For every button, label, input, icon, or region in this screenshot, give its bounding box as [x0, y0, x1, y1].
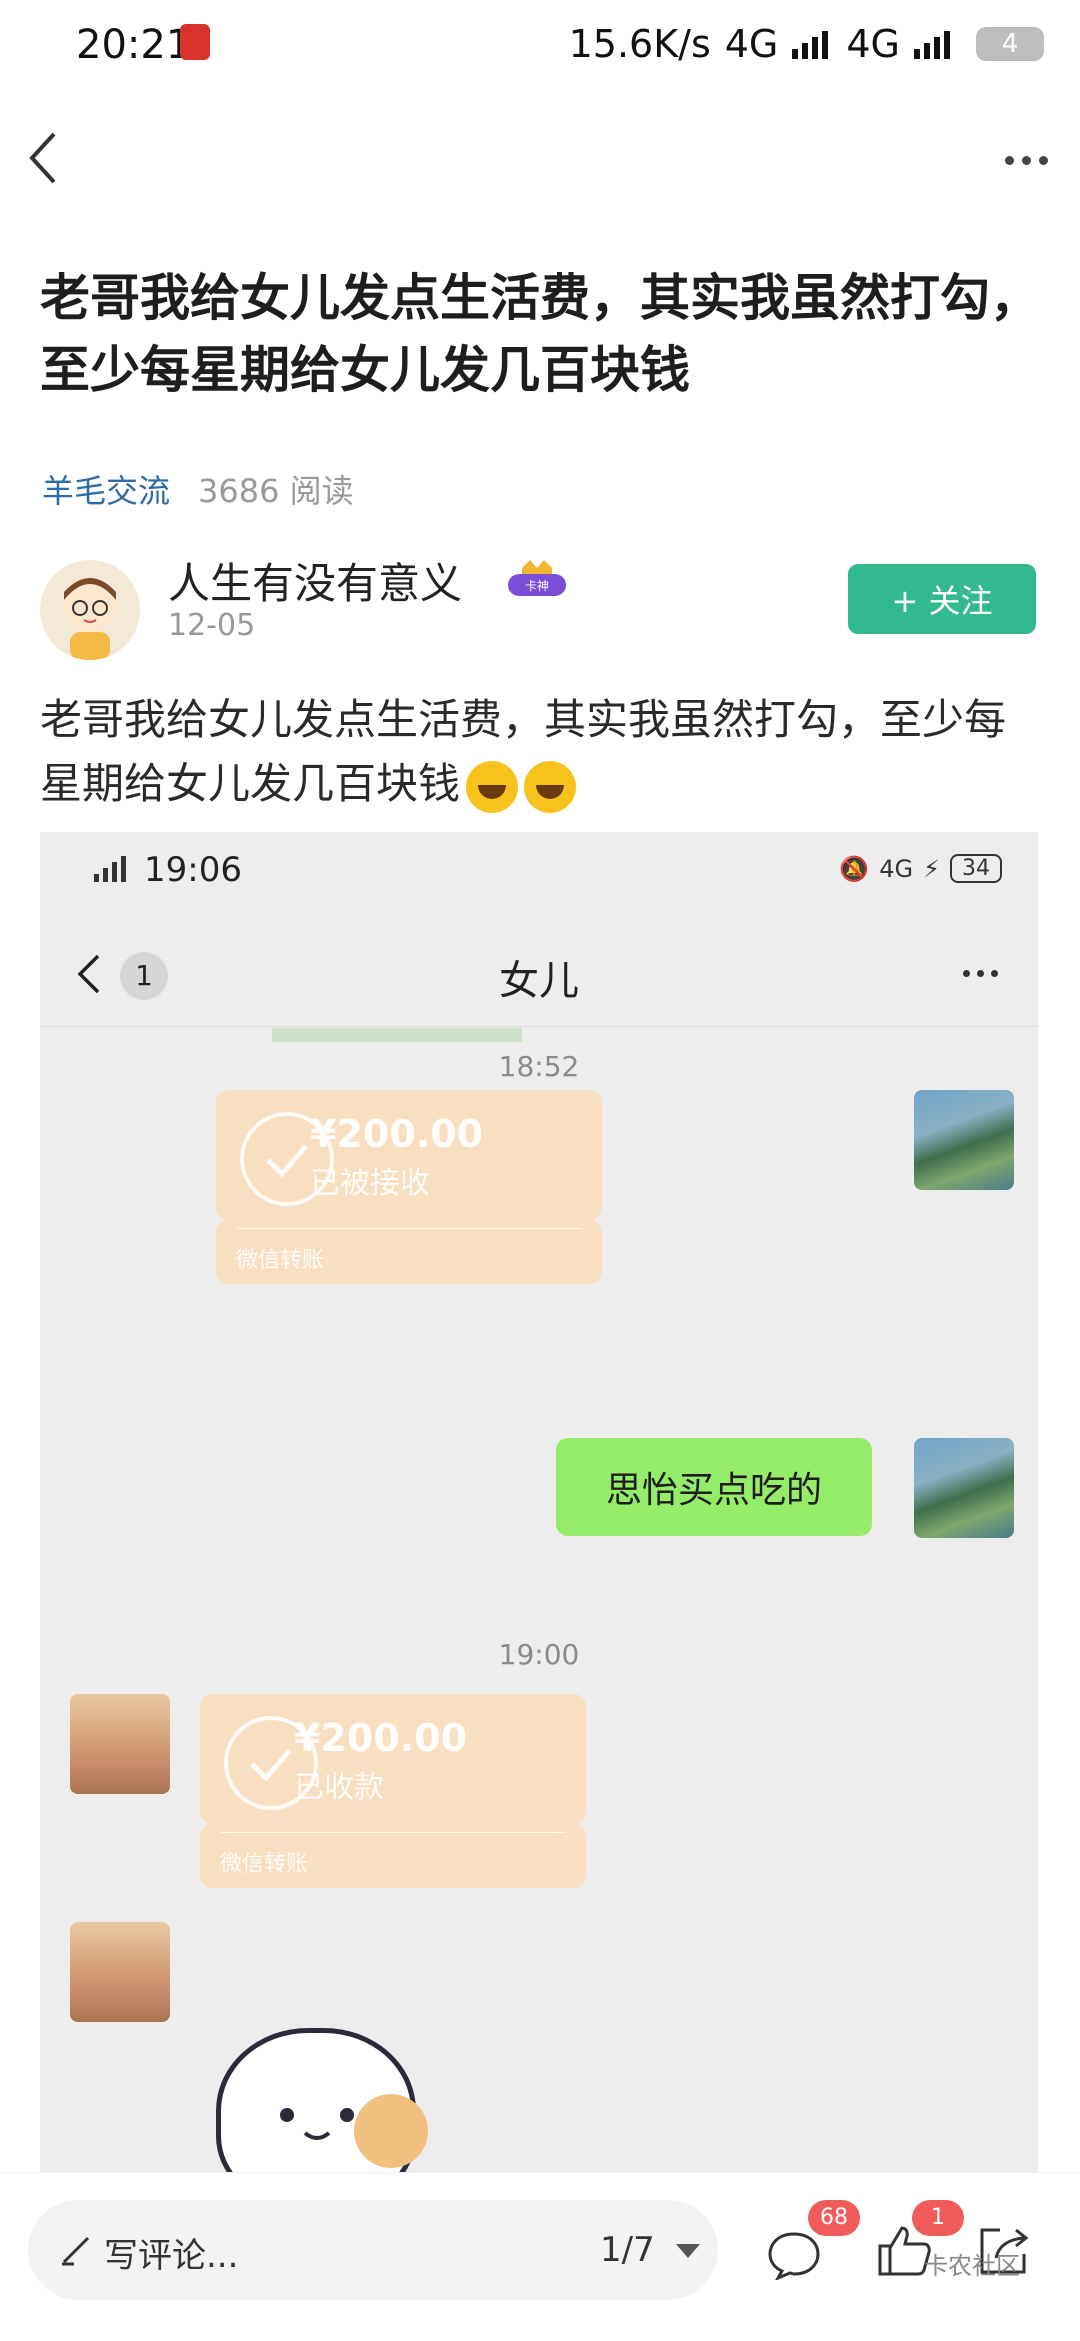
transfer-footer: 微信转账	[236, 1248, 325, 1273]
comments-count-badge: 68	[808, 2200, 860, 2236]
sender-avatar	[914, 1438, 1014, 1538]
badge-label: 卡神	[525, 579, 549, 593]
net-type-1: 4G	[724, 22, 779, 66]
more-options-button[interactable]	[997, 150, 1048, 169]
read-count: 3686 阅读	[198, 472, 354, 510]
category-link[interactable]: 羊毛交流	[42, 472, 170, 510]
battery-icon: 4	[976, 27, 1044, 61]
transfer-footer-received: 微信转账	[200, 1824, 586, 1888]
network-speed: 15.6K/s	[568, 22, 711, 66]
image-status-icons: 🔕 4G ⚡ 34	[839, 854, 1002, 883]
receiver-avatar	[70, 1922, 170, 2022]
text-bubble-sent: 思怡买点吃的	[556, 1438, 872, 1536]
comments-button[interactable]	[766, 2230, 822, 2284]
pager-dropdown-icon[interactable]	[676, 2244, 700, 2258]
transfer-divider	[220, 1832, 566, 1833]
image-status-time: 19:06	[144, 850, 242, 890]
comment-bubble-icon	[768, 2232, 820, 2282]
chevron-left-icon	[29, 132, 56, 184]
watermark: 卡农社区	[924, 2252, 1020, 2280]
text-message: 思怡买点吃的	[605, 1470, 822, 1511]
post-date: 12-05	[168, 608, 256, 643]
post-body: 老哥我给女儿发点生活费，其实我虽然打勾，至少每星期给女儿发几百块钱	[40, 688, 1040, 816]
sender-avatar	[914, 1090, 1014, 1190]
image-signal-icon	[94, 856, 126, 882]
crying-laugh-emoji-icon	[524, 760, 577, 813]
image-more-icon	[956, 962, 998, 981]
transfer-divider	[236, 1228, 582, 1229]
image-chat-title: 女儿	[499, 958, 579, 1004]
transfer-status: 已被接收	[310, 1166, 430, 1201]
transfer-bubble-received: ¥200.00 已收款	[200, 1694, 586, 1824]
post-body-text: 老哥我给女儿发点生活费，其实我虽然打勾，至少每星期给女儿发几百块钱	[40, 695, 1007, 808]
status-right: 15.6K/s 4G 4G 4	[569, 22, 1044, 66]
transfer-status: 已收款	[294, 1770, 384, 1805]
receiver-avatar	[70, 1694, 170, 1794]
previous-sticker-edge	[272, 1028, 522, 1042]
image-pager[interactable]: 1/7	[600, 2230, 655, 2270]
image-battery: 34	[950, 854, 1002, 883]
image-timestamp: 18:52	[498, 1050, 580, 1083]
pen-icon	[60, 2232, 94, 2270]
post-title: 老哥我给女儿发点生活费，其实我虽然打勾，至少每星期给女儿发几百块钱	[40, 269, 1040, 399]
author-avatar[interactable]	[40, 560, 140, 660]
status-bar: 20:21 15.6K/s 4G 4G 4	[0, 0, 1080, 96]
back-button[interactable]	[24, 128, 64, 188]
transfer-footer-sent: 微信转账	[216, 1220, 602, 1284]
app-notification-icon	[180, 24, 210, 60]
crown-badge-icon: 卡神	[508, 560, 566, 596]
transfer-bubble-sent: ¥200.00 已被接收	[216, 1090, 602, 1220]
image-chat-header: 1 女儿	[40, 916, 1038, 1027]
image-net: 4G	[879, 854, 914, 883]
likes-count-badge: 1	[912, 2200, 964, 2236]
author-name[interactable]: 人生有没有意义	[168, 550, 462, 611]
avatar-illustration	[64, 578, 116, 660]
comment-placeholder[interactable]: 写评论...	[104, 2228, 238, 2277]
signal-icon-2	[914, 31, 950, 59]
signal-icon	[792, 31, 829, 59]
follow-label: + 关注	[891, 582, 993, 620]
sticker-patch	[354, 2094, 428, 2168]
net-type-2: 4G	[846, 22, 900, 66]
post-image[interactable]: 19:06 🔕 4G ⚡ 34 1 女儿 18:52 ¥200.00 已被接收 …	[40, 832, 1038, 2172]
transfer-amount: ¥200.00	[310, 1112, 484, 1156]
transfer-footer: 微信转账	[220, 1852, 309, 1877]
image-status-bar: 19:06 🔕 4G ⚡ 34	[40, 832, 1038, 916]
bell-off-icon: 🔕	[839, 854, 870, 883]
crying-laugh-emoji-icon	[466, 760, 519, 813]
follow-button[interactable]: + 关注	[848, 564, 1036, 634]
charging-icon: ⚡	[923, 854, 940, 883]
post-meta: 羊毛交流 3686 阅读	[42, 466, 354, 512]
transfer-amount: ¥200.00	[294, 1716, 468, 1760]
author-badge: 卡神	[494, 558, 580, 602]
status-time: 20:21	[76, 22, 192, 68]
image-timestamp: 19:00	[498, 1638, 580, 1671]
